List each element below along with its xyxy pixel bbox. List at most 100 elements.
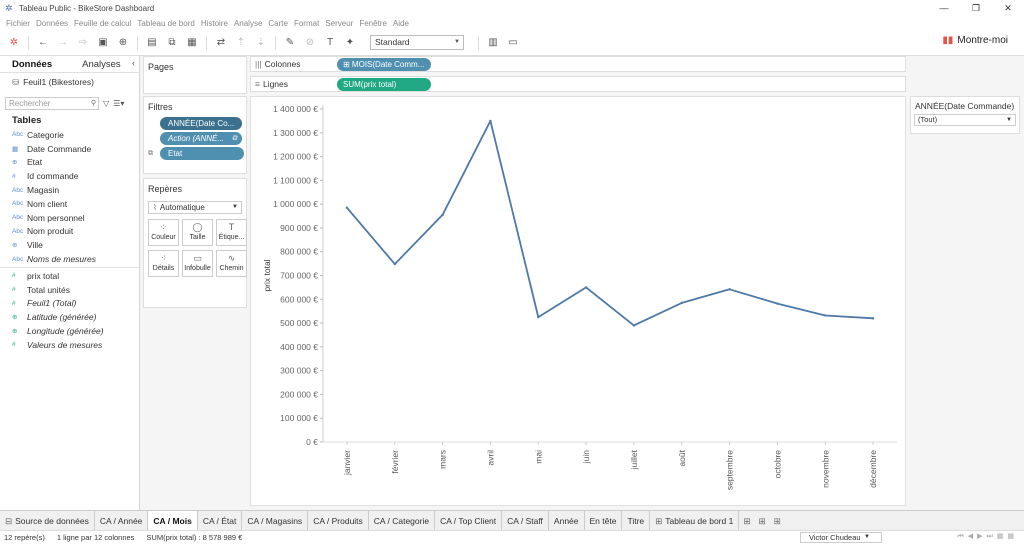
clear-sheet-icon[interactable]: ▦ bbox=[184, 35, 200, 51]
marks-button-label: Chemin bbox=[219, 265, 244, 272]
minimize-icon[interactable]: — bbox=[928, 0, 960, 16]
sheet-tab[interactable]: Année bbox=[549, 511, 585, 530]
marks-taille-button[interactable]: ◯ Taille bbox=[182, 219, 213, 246]
sheet-navigation[interactable]: ⏮◀▶⏭▦▦ bbox=[957, 532, 1018, 541]
sheet-tab[interactable]: CA / Mois bbox=[148, 511, 198, 530]
dimension-field[interactable]: Abc Noms de mesures bbox=[0, 252, 139, 266]
tab-donnees[interactable]: Données bbox=[12, 59, 52, 70]
swap-icon[interactable]: ⇄ bbox=[213, 35, 229, 51]
sheet-tab[interactable]: CA / Magasins bbox=[242, 511, 309, 530]
new-story-icon[interactable]: ⊞ bbox=[770, 511, 785, 530]
menu-carte[interactable]: Carte bbox=[268, 19, 288, 28]
filter-icon[interactable]: ▽ bbox=[103, 99, 109, 108]
pin-icon[interactable]: ✦ bbox=[342, 35, 358, 51]
field-name: Feuil1 (Total) bbox=[27, 298, 77, 309]
menu-fenetre[interactable]: Fenêtre bbox=[359, 19, 387, 28]
new-dashboard-icon[interactable]: ⊞ bbox=[754, 511, 769, 530]
dimension-field[interactable]: Abc Nom client bbox=[0, 197, 139, 211]
sheet-tab[interactable]: ⊞ Tableau de bord 1 bbox=[650, 511, 740, 530]
sheet-tab[interactable]: CA / Categorie bbox=[369, 511, 436, 530]
user-menu[interactable]: Victor Chudeau ▼ bbox=[800, 532, 882, 543]
mark-type-select[interactable]: ⌇ Automatique ▼ bbox=[148, 201, 242, 214]
sheet-tab-label: Titre bbox=[627, 516, 645, 526]
field-name: Id commande bbox=[27, 171, 79, 182]
new-worksheet-icon[interactable]: ⊞ bbox=[739, 511, 754, 530]
menu-donnees[interactable]: Données bbox=[36, 19, 68, 28]
sheet-tab[interactable]: CA / Année bbox=[95, 511, 149, 530]
year-filter-select[interactable]: (Tout) ▼ bbox=[914, 114, 1016, 126]
measure-field[interactable]: # Total unités bbox=[0, 283, 139, 297]
maximize-icon[interactable]: ❐ bbox=[960, 0, 992, 16]
dimension-field[interactable]: ⊕ Ville bbox=[0, 238, 139, 252]
duplicate-sheet-icon[interactable]: ⧉ bbox=[164, 35, 180, 51]
sheet-tab[interactable]: Titre bbox=[622, 511, 651, 530]
sheet-tab[interactable]: CA / Produits bbox=[308, 511, 369, 530]
menu-format[interactable]: Format bbox=[294, 19, 319, 28]
search-input[interactable]: Rechercher ⚲ bbox=[5, 97, 99, 110]
y-tick-label: 600 000 € bbox=[280, 294, 318, 304]
close-icon[interactable]: ✕ bbox=[992, 0, 1024, 16]
sheet-tab[interactable]: En tête bbox=[585, 511, 623, 530]
dimension-field[interactable]: Abc Nom personnel bbox=[0, 211, 139, 225]
menu-serveur[interactable]: Serveur bbox=[325, 19, 353, 28]
filter-pill-etat[interactable]: Etat bbox=[160, 147, 244, 160]
collapse-pane-icon[interactable]: ‹ bbox=[132, 58, 135, 68]
measure-field[interactable]: # prix total bbox=[0, 269, 139, 283]
field-search: Rechercher ⚲ ▽ ☰▾ bbox=[5, 97, 139, 110]
menu-feuille-de-calcul[interactable]: Feuille de calcul bbox=[74, 19, 131, 28]
sort-desc-icon[interactable]: ⇣ bbox=[253, 35, 269, 51]
sheet-tab[interactable]: CA / Staff bbox=[502, 511, 549, 530]
rows-icon: ≡ bbox=[255, 79, 260, 89]
view-options-icon[interactable]: ☰▾ bbox=[113, 99, 124, 108]
marks-étique-button[interactable]: T Étique... bbox=[216, 219, 247, 246]
measure-field[interactable]: ⊕ Latitude (générée) bbox=[0, 310, 139, 324]
save-icon[interactable]: ▣ bbox=[95, 35, 111, 51]
dimension-field[interactable]: ▦ Date Commande bbox=[0, 142, 139, 156]
measure-field[interactable]: ⊕ Longitude (générée) bbox=[0, 324, 139, 338]
undo-icon[interactable]: ← bbox=[35, 35, 51, 51]
window-controls: — ❐ ✕ bbox=[928, 0, 1024, 16]
dimension-field[interactable]: ⊕ Etat bbox=[0, 156, 139, 170]
group-icon[interactable]: ⊘ bbox=[302, 35, 318, 51]
measure-field[interactable]: # Valeurs de mesures bbox=[0, 338, 139, 352]
marks-infobulle-button[interactable]: ▭ Infobulle bbox=[182, 250, 213, 277]
show-cards-icon[interactable]: ▥ bbox=[485, 35, 501, 51]
dimension-field[interactable]: Abc Magasin bbox=[0, 183, 139, 197]
marks-détails-button[interactable]: ⁖ Détails bbox=[148, 250, 179, 277]
filter-pill-action[interactable]: Action (ANNÉ... ⧉ bbox=[160, 132, 242, 145]
menu-histoire[interactable]: Histoire bbox=[201, 19, 228, 28]
filter-pill-annee[interactable]: ANNÉE(Date Co... bbox=[160, 117, 242, 130]
menu-fichier[interactable]: Fichier bbox=[6, 19, 30, 28]
fit-select[interactable]: Standard ▼ bbox=[370, 35, 464, 50]
x-tick-label: février bbox=[390, 450, 400, 474]
presentation-icon[interactable]: ▭ bbox=[505, 35, 521, 51]
tab-analyses[interactable]: Analyses bbox=[82, 59, 121, 70]
sheet-tab[interactable]: ⊟ Source de données bbox=[0, 511, 95, 530]
redo-icon[interactable]: → bbox=[55, 35, 71, 51]
toolbar-separator bbox=[28, 35, 29, 50]
marks-chemin-button[interactable]: ∿ Chemin bbox=[216, 250, 247, 277]
labels-icon[interactable]: T bbox=[322, 35, 338, 51]
sheet-tab[interactable]: CA / État bbox=[198, 511, 243, 530]
sheet-tab[interactable]: CA / Top Client bbox=[435, 511, 503, 530]
tableau-home-icon[interactable]: ✲ bbox=[6, 35, 22, 51]
new-sheet-icon[interactable]: ▤ bbox=[144, 35, 160, 51]
add-datasource-icon[interactable]: ⊕ bbox=[115, 35, 131, 51]
rows-pill-sum-prix-total[interactable]: SUM(prix total) bbox=[337, 77, 431, 91]
datasource-item[interactable]: ⛁ Feuil1 (Bikestores) bbox=[0, 73, 139, 91]
dimension-field[interactable]: # Id commande bbox=[0, 169, 139, 183]
field-type-icon: Abc bbox=[12, 200, 24, 208]
measure-field[interactable]: # Feuil1 (Total) bbox=[0, 297, 139, 311]
show-me-button[interactable]: ▮▮ Montre-moi bbox=[942, 35, 1008, 46]
sort-asc-icon[interactable]: ⇡ bbox=[233, 35, 249, 51]
highlight-icon[interactable]: ✎ bbox=[282, 35, 298, 51]
menu-aide[interactable]: Aide bbox=[393, 19, 409, 28]
dimension-field[interactable]: Abc Categorie bbox=[0, 128, 139, 142]
dimension-field[interactable]: Abc Nom produit bbox=[0, 225, 139, 239]
replay-icon[interactable]: ⇨ bbox=[75, 35, 91, 51]
filter-etat-row: ⧉ Etat bbox=[148, 147, 246, 160]
columns-pill-mois[interactable]: ⊞ MOIS(Date Comm... bbox=[337, 57, 431, 71]
menu-tableau-de-bord[interactable]: Tableau de bord bbox=[137, 19, 194, 28]
menu-analyse[interactable]: Analyse bbox=[234, 19, 262, 28]
marks-couleur-button[interactable]: ⁘ Couleur bbox=[148, 219, 179, 246]
